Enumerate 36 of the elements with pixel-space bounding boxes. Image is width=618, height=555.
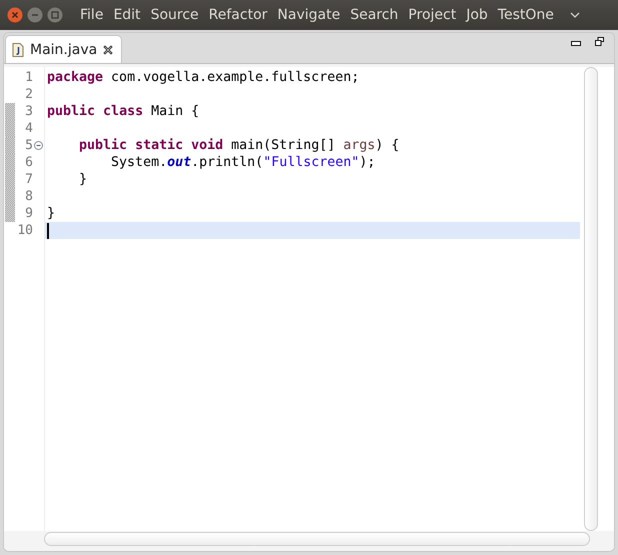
collapse-icon[interactable] (34, 141, 43, 150)
text-cursor (47, 222, 49, 238)
menu-item[interactable]: File (80, 7, 104, 23)
menu-item[interactable]: Refactor (208, 7, 268, 23)
menu-item[interactable]: Project (408, 7, 456, 23)
editor-tab[interactable]: Main.java (5, 35, 122, 63)
code-line: } (47, 206, 56, 221)
menu-item[interactable]: Search (350, 7, 398, 23)
line-number: 7 (24, 172, 33, 187)
code-line: public class Main { (47, 104, 200, 119)
horizontal-scrollbar[interactable] (44, 532, 590, 546)
close-icon[interactable] (103, 44, 114, 54)
vertical-scrollbar[interactable] (584, 67, 598, 531)
menu-item[interactable]: Source (150, 7, 199, 23)
menu-item[interactable]: Navigate (277, 7, 340, 23)
code-line: System.out.println("Fullscreen"); (110, 155, 376, 170)
minimize-icon[interactable] (571, 41, 581, 46)
line-number: 9 (24, 206, 33, 221)
java-file-icon (12, 42, 24, 56)
code-line: public static void main(String[] args) { (78, 138, 400, 153)
code-line: package com.vogella.example.fullscreen; (47, 70, 360, 85)
maximize-icon[interactable] (47, 7, 63, 23)
line-number: 8 (24, 189, 33, 204)
line-number: 10 (16, 223, 33, 238)
menu-item[interactable]: Job (466, 7, 488, 23)
line-number: 2 (24, 87, 33, 102)
line-number: 4 (24, 121, 33, 136)
menu-item[interactable]: Edit (113, 7, 141, 23)
line-number: 5 (24, 138, 33, 153)
restore-icon[interactable] (595, 37, 604, 46)
line-number: 1 (24, 70, 33, 85)
code-line: } (78, 172, 88, 187)
line-number: 3 (24, 104, 33, 119)
chevron-down-icon[interactable] (570, 12, 580, 18)
line-number: 6 (24, 155, 33, 170)
menu-item[interactable]: TestOne (498, 7, 554, 23)
